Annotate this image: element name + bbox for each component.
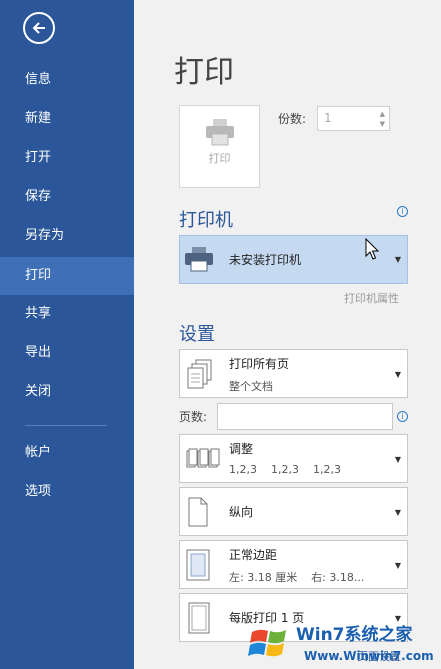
chevron-down-icon: ▼ xyxy=(394,255,401,264)
decrement-icon[interactable]: ▼ xyxy=(380,120,385,128)
collate-dropdown[interactable]: 调整 1,2,3 1,2,3 1,2,3 ▼ xyxy=(179,434,408,483)
pages-stack-icon xyxy=(187,359,212,389)
printer-icon xyxy=(206,119,234,146)
chevron-down-icon: ▼ xyxy=(394,561,401,570)
collate-subtitle: 1,2,3 1,2,3 1,2,3 xyxy=(229,463,341,476)
printer-info-icon[interactable]: i xyxy=(397,206,408,217)
sidebar-item-save-as[interactable]: 另存为 xyxy=(0,217,134,255)
chevron-down-icon: ▼ xyxy=(394,508,401,517)
sidebar-item-close[interactable]: 关闭 xyxy=(0,373,134,411)
sidebar-item-account[interactable]: 帐户 xyxy=(0,434,134,472)
sidebar-item-export[interactable]: 导出 xyxy=(0,334,134,372)
margins-subtitle: 左: 3.18 厘米 右: 3.18... xyxy=(229,571,365,584)
mouse-cursor-icon xyxy=(365,238,380,260)
sidebar-item-new[interactable]: 新建 xyxy=(0,100,134,138)
printer-properties-link[interactable]: 打印机属性 xyxy=(344,290,399,306)
collate-title: 调整 xyxy=(229,442,254,456)
windows-logo-icon xyxy=(248,629,286,657)
sidebar-item-save[interactable]: 保存 xyxy=(0,178,134,216)
sidebar-item-print[interactable]: 打印 xyxy=(0,257,134,295)
print-range-subtitle: 整个文档 xyxy=(229,380,273,393)
sidebar-divider xyxy=(25,425,107,426)
settings-section-title: 设置 xyxy=(179,324,215,345)
sidebar-item-share[interactable]: 共享 xyxy=(0,295,134,333)
print-button[interactable]: 打印 xyxy=(179,105,260,188)
pages-info-icon[interactable]: i xyxy=(397,411,408,422)
printer-section-title: 打印机 xyxy=(179,210,233,231)
print-panel: 打印 打印 份数: 1 ▲ ▼ 打印机 i 未安装打印机 ▼ 打印机属性 设置 xyxy=(134,0,441,669)
chevron-down-icon: ▼ xyxy=(394,370,401,379)
collate-icon xyxy=(186,448,220,468)
orientation-value: 纵向 xyxy=(229,505,254,519)
page-icon xyxy=(188,602,210,634)
copies-stepper[interactable]: 1 ▲ ▼ xyxy=(317,106,390,131)
margins-title: 正常边距 xyxy=(229,548,278,562)
printer-name: 未安装打印机 xyxy=(229,253,302,267)
sidebar-item-options[interactable]: 选项 xyxy=(0,473,134,511)
margins-dropdown[interactable]: 正常边距 左: 3.18 厘米 右: 3.18... ▼ xyxy=(179,540,408,589)
chevron-down-icon: ▼ xyxy=(394,455,401,464)
increment-icon[interactable]: ▲ xyxy=(380,110,385,118)
sidebar-item-info[interactable]: 信息 xyxy=(0,61,134,99)
watermark: Win7系统之家 Www.Winwin7.com xyxy=(244,614,441,669)
watermark-brand: Win7系统之家 xyxy=(296,625,413,645)
print-range-title: 打印所有页 xyxy=(229,357,290,371)
back-button[interactable] xyxy=(23,12,55,44)
print-range-dropdown[interactable]: 打印所有页 整个文档 ▼ xyxy=(179,349,408,398)
page-title: 打印 xyxy=(174,55,234,90)
portrait-page-icon xyxy=(188,497,208,527)
copies-value: 1 xyxy=(324,111,332,125)
backstage-sidebar: 信息 新建 打开 保存 另存为 打印 共享 导出 关闭 帐户 选项 xyxy=(0,0,134,669)
printer-icon xyxy=(185,247,213,272)
print-button-label: 打印 xyxy=(208,152,231,165)
orientation-dropdown[interactable]: 纵向 ▼ xyxy=(179,487,408,536)
sidebar-item-open[interactable]: 打开 xyxy=(0,139,134,177)
copies-label: 份数: xyxy=(278,112,307,126)
back-arrow-icon xyxy=(32,22,45,34)
pages-input[interactable] xyxy=(217,403,393,430)
watermark-url: Www.Winwin7.com xyxy=(304,649,434,663)
margins-icon xyxy=(186,549,210,581)
pages-label: 页数: xyxy=(179,410,208,424)
